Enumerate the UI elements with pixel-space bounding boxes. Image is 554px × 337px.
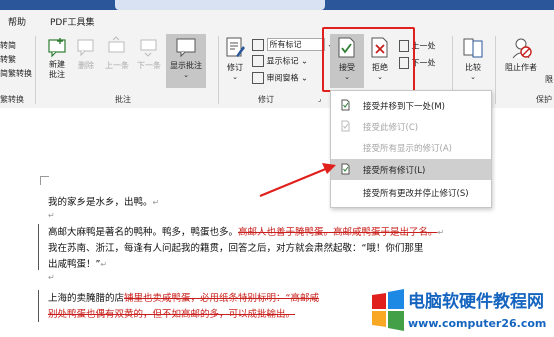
watermark-logo: 电脑软硬件教程网 www.computer26.com	[372, 289, 546, 331]
watermark-title: 电脑软硬件教程网	[408, 291, 544, 312]
watermark-url: www.computer26.com	[408, 317, 546, 330]
